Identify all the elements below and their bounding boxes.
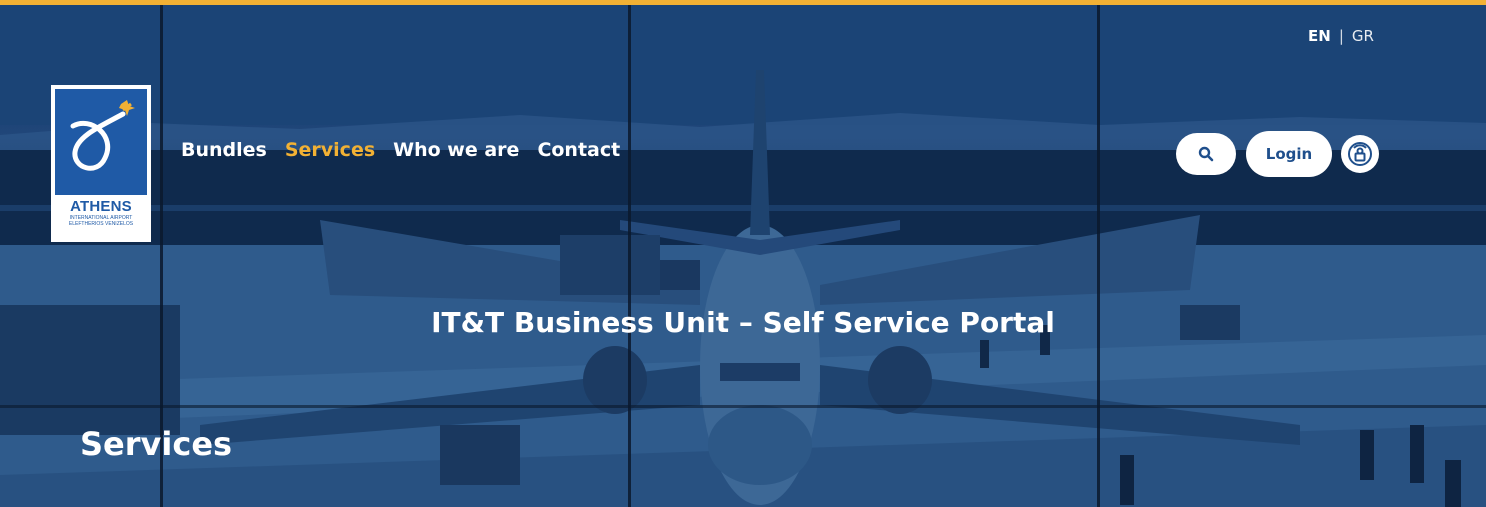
window-frame [628,5,631,507]
language-gr[interactable]: GR [1352,27,1374,45]
language-en[interactable]: EN [1308,27,1331,45]
login-button[interactable]: Login [1246,131,1332,177]
nav-item-bundles[interactable]: Bundles [181,139,267,161]
search-icon [1198,146,1214,162]
logo-subtitle: ELEFTHERIOS VENIZELOS [68,221,134,227]
window-frame [1097,5,1100,507]
window-frame [0,405,1486,408]
nav-item-who-we-are[interactable]: Who we are [393,139,519,161]
accessibility-icon [1348,142,1372,166]
accessibility-button[interactable] [1341,135,1379,173]
language-separator: | [1338,27,1344,45]
search-button[interactable] [1176,133,1236,175]
nav-item-services[interactable]: Services [285,139,375,161]
site-logo[interactable]: ATHENS INTERNATIONAL AIRPORT ELEFTHERIOS… [51,85,151,242]
airport-logo-icon [55,89,147,195]
language-switcher: EN | GR [1308,27,1374,45]
portal-title: IT&T Business Unit – Self Service Portal [431,306,1055,339]
logo-name: ATHENS [70,198,132,215]
hero-banner: ATHENS INTERNATIONAL AIRPORT ELEFTHERIOS… [0,0,1486,507]
page-title: Services [80,425,233,463]
main-nav: Bundles Services Who we are Contact [181,139,620,161]
nav-item-contact[interactable]: Contact [537,139,620,161]
